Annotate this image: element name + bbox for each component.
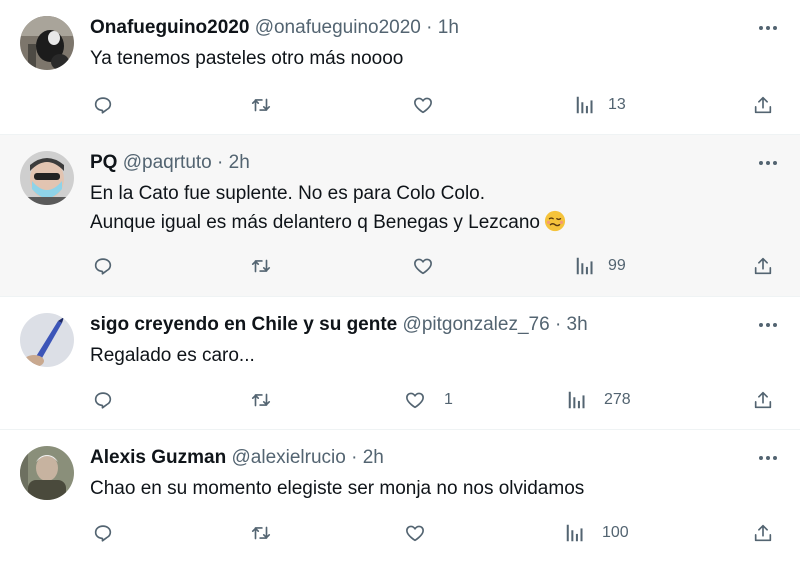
tweet-text-line-content: Aunque igual es más delantero q Benegas … (90, 212, 540, 233)
reply-feed: Onafueguino2020 @onafueguino2020 · 1h Ya… (0, 0, 800, 562)
heart-icon (414, 258, 432, 275)
display-name[interactable]: sigo creyendo en Chile y su gente (90, 314, 397, 335)
share-button[interactable] (752, 518, 774, 548)
display-name[interactable]: Onafueguino2020 (90, 17, 249, 38)
heart-icon (414, 97, 432, 114)
timestamp[interactable]: 3h (567, 314, 588, 335)
heart-icon (406, 392, 424, 409)
share-button[interactable] (752, 385, 774, 415)
views-button[interactable]: 99 (574, 251, 626, 281)
share-icon (754, 524, 772, 542)
display-name[interactable]: Alexis Guzman (90, 447, 226, 468)
avatar[interactable] (20, 313, 74, 367)
tweet[interactable]: Alexis Guzman @alexielrucio · 2h Chao en… (0, 430, 800, 562)
reply-icon (94, 97, 112, 114)
tweet-text-line: Regalado es caro... (90, 345, 255, 366)
share-icon (754, 96, 772, 114)
tweet-header: sigo creyendo en Chile y su gente @pitgo… (90, 313, 588, 337)
tweet-actions: 1 278 (0, 385, 800, 415)
tweet-text-line: Ya tenemos pasteles otro más noooo (90, 48, 404, 69)
view-count: 99 (608, 257, 626, 274)
reply-button[interactable] (92, 385, 114, 415)
display-name[interactable]: PQ (90, 152, 117, 173)
views-icon (576, 257, 593, 275)
tweet-text: Regalado es caro... (90, 341, 770, 370)
timestamp[interactable]: 2h (363, 447, 384, 468)
view-count: 13 (608, 96, 626, 113)
tweet[interactable]: sigo creyendo en Chile y su gente @pitgo… (0, 297, 800, 430)
views-button[interactable]: 100 (564, 518, 629, 548)
tweet-text-line: Aunque igual es más delantero q Benegas … (90, 208, 770, 237)
user-handle[interactable]: @pitgonzalez_76 (403, 314, 550, 335)
reply-icon (94, 392, 112, 409)
reply-button[interactable] (92, 518, 114, 548)
views-icon (576, 96, 593, 114)
retweet-icon (251, 98, 271, 112)
retweet-button[interactable] (250, 90, 272, 120)
user-handle[interactable]: @paqrtuto (123, 152, 212, 173)
retweet-button[interactable] (250, 518, 272, 548)
share-icon (754, 391, 772, 409)
share-icon (754, 257, 772, 275)
like-button[interactable]: 1 (404, 385, 453, 415)
user-handle[interactable]: @alexielrucio (232, 447, 346, 468)
avatar[interactable] (20, 16, 74, 70)
more-icon[interactable] (756, 313, 780, 337)
more-icon[interactable] (756, 16, 780, 40)
retweet-icon (251, 393, 271, 407)
tweet-actions: 100 (0, 518, 800, 548)
tweet[interactable]: PQ @paqrtuto · 2h En la Cato fue suplent… (0, 135, 800, 297)
avatar[interactable] (20, 151, 74, 205)
tweet-text-line: Chao en su momento elegiste ser monja no… (90, 478, 585, 499)
reply-button[interactable] (92, 251, 114, 281)
like-count: 1 (444, 391, 453, 408)
like-button[interactable] (412, 90, 446, 120)
tweet-text: Chao en su momento elegiste ser monja no… (90, 474, 770, 503)
more-icon[interactable] (756, 151, 780, 175)
retweet-button[interactable] (250, 251, 272, 281)
tweet-actions: 99 (0, 251, 800, 281)
separator: · (426, 17, 433, 38)
views-icon (566, 524, 583, 542)
tweet-text-line: En la Cato fue suplente. No es para Colo… (90, 183, 486, 204)
share-button[interactable] (752, 251, 774, 281)
reply-button[interactable] (92, 90, 114, 120)
woozy-face-emoji (544, 210, 566, 232)
like-button[interactable] (412, 251, 446, 281)
timestamp[interactable]: 2h (229, 152, 250, 173)
avatar[interactable] (20, 446, 74, 500)
user-handle[interactable]: @onafueguino2020 (255, 17, 421, 38)
views-button[interactable]: 278 (566, 385, 631, 415)
tweet-text: En la Cato fue suplente. No es para Colo… (90, 179, 770, 237)
separator: · (351, 447, 358, 468)
view-count: 278 (604, 391, 631, 408)
tweet-header: PQ @paqrtuto · 2h (90, 151, 250, 175)
more-icon[interactable] (756, 446, 780, 470)
tweet-text: Ya tenemos pasteles otro más noooo (90, 44, 770, 73)
reply-icon (94, 258, 112, 275)
timestamp[interactable]: 1h (438, 17, 459, 38)
retweet-button[interactable] (250, 385, 272, 415)
heart-icon (406, 525, 424, 542)
separator: · (217, 152, 224, 173)
retweet-icon (251, 259, 271, 273)
tweet[interactable]: Onafueguino2020 @onafueguino2020 · 1h Ya… (0, 0, 800, 135)
separator: · (554, 314, 562, 335)
view-count: 100 (602, 524, 629, 541)
reply-icon (94, 525, 112, 542)
views-icon (568, 391, 585, 409)
tweet-actions: 13 (0, 90, 800, 120)
tweet-header: Onafueguino2020 @onafueguino2020 · 1h (90, 16, 459, 40)
tweet-header: Alexis Guzman @alexielrucio · 2h (90, 446, 384, 470)
views-button[interactable]: 13 (574, 90, 626, 120)
share-button[interactable] (752, 90, 774, 120)
retweet-icon (251, 526, 271, 540)
like-button[interactable] (404, 518, 438, 548)
